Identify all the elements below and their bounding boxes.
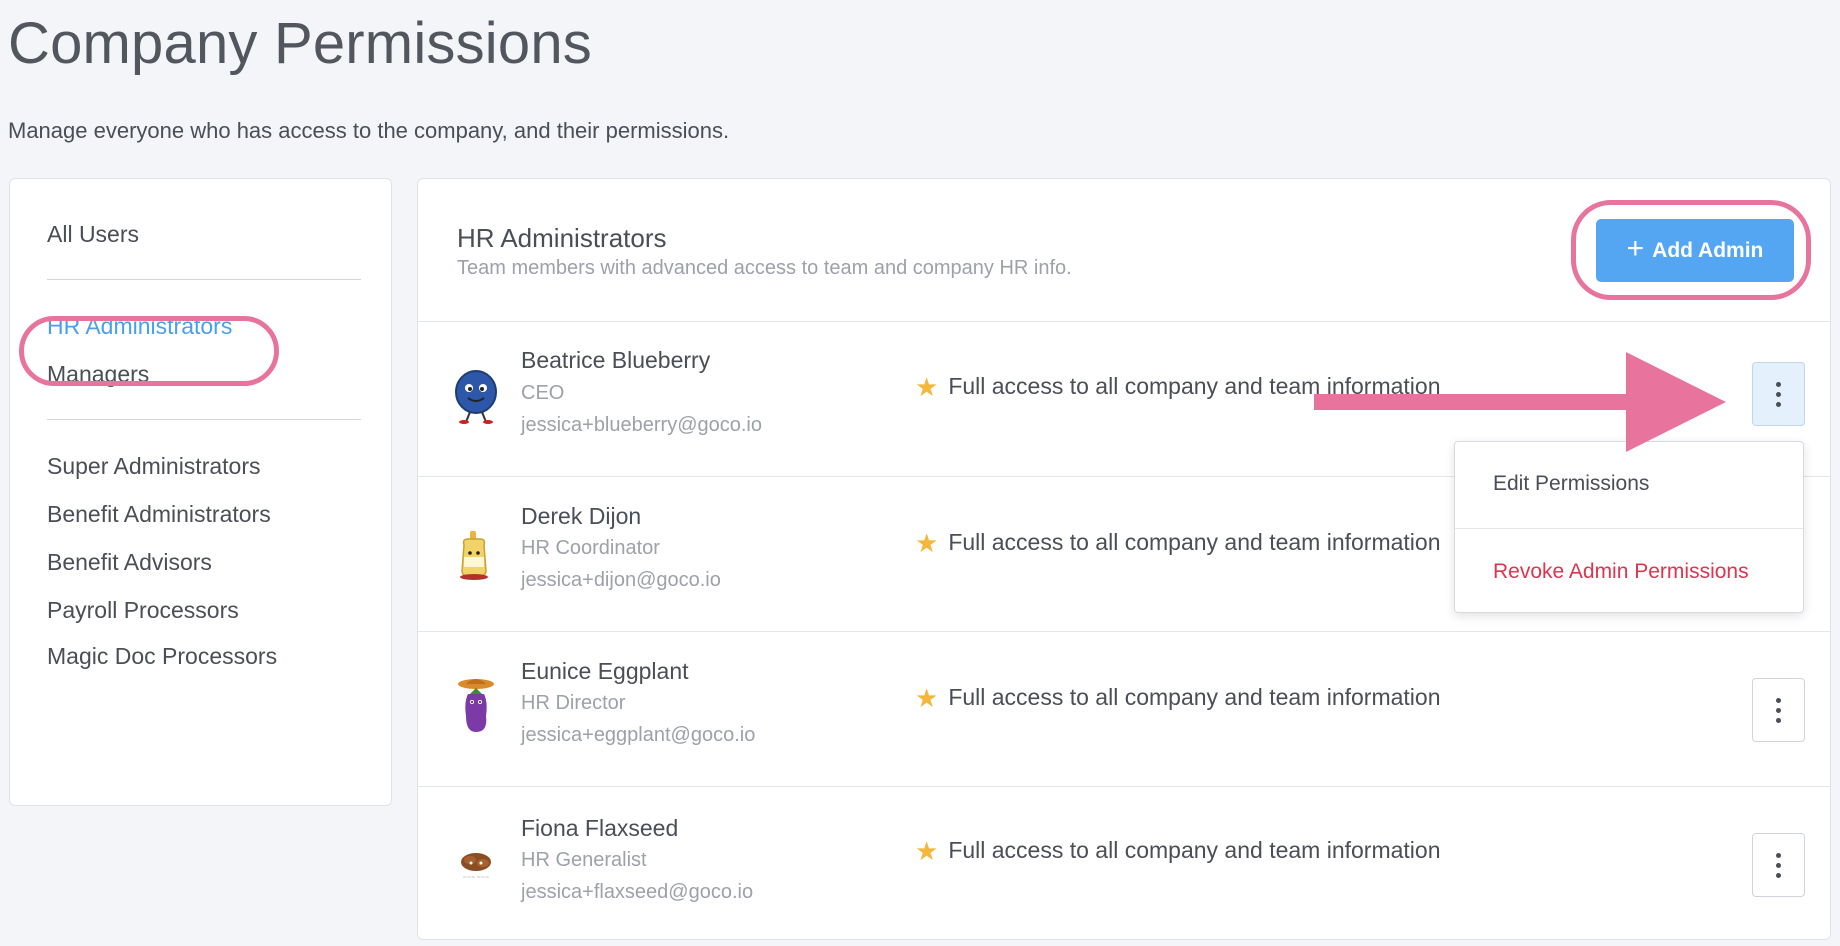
add-admin-label: Add Admin xyxy=(1652,238,1764,262)
kebab-dot xyxy=(1776,391,1781,397)
member-name: Fiona Flaxseed xyxy=(521,815,679,841)
row-actions-dropdown: Edit Permissions Revoke Admin Permission… xyxy=(1454,441,1804,613)
sidebar-item-all-users[interactable]: All Users xyxy=(47,221,139,248)
sidebar-item-benefit-administrators[interactable]: Benefit Administrators xyxy=(47,501,271,528)
member-role: HR Director xyxy=(521,692,626,714)
member-email: jessica+blueberry@goco.io xyxy=(521,414,762,436)
member-role: HR Generalist xyxy=(521,849,647,871)
svg-text:~~~ ~~~: ~~~ ~~~ xyxy=(463,875,490,881)
member-role: CEO xyxy=(521,382,565,404)
member-email: jessica+flaxseed@goco.io xyxy=(521,881,754,903)
sidebar-item-hr-administrators[interactable]: HR Administrators xyxy=(47,313,232,340)
edit-permissions-menu-item[interactable]: Edit Permissions xyxy=(1493,472,1649,496)
kebab-dot xyxy=(1776,872,1781,878)
sidebar: All Users HR Administrators Managers Sup… xyxy=(9,178,392,806)
member-role: HR Coordinator xyxy=(521,537,660,559)
sidebar-divider xyxy=(47,279,361,280)
kebab-dot xyxy=(1776,381,1781,387)
kebab-dot xyxy=(1776,717,1781,723)
eggplant-avatar xyxy=(446,676,506,736)
access-text: Full access to all company and team info… xyxy=(948,373,1441,399)
page-subtitle: Manage everyone who has access to the co… xyxy=(8,118,730,143)
kebab-dot xyxy=(1776,401,1781,407)
kebab-dot xyxy=(1776,862,1781,868)
row-actions-menu-button[interactable] xyxy=(1752,833,1805,897)
star-icon: ★ xyxy=(915,835,939,866)
revoke-admin-permissions-menu-item[interactable]: Revoke Admin Permissions xyxy=(1493,560,1749,584)
access-level: ★ Full access to all company and team in… xyxy=(915,837,1441,864)
star-icon: ★ xyxy=(915,371,939,402)
dijon-avatar xyxy=(446,525,506,585)
star-icon: ★ xyxy=(915,682,939,713)
member-name: Beatrice Blueberry xyxy=(521,347,711,373)
sidebar-item-managers[interactable]: Managers xyxy=(47,361,149,388)
table-row: ~~~ ~~~ Fiona Flaxseed HR Generalist jes… xyxy=(418,787,1830,942)
access-level: ★ Full access to all company and team in… xyxy=(915,529,1441,556)
page-title: Company Permissions xyxy=(8,11,592,76)
flaxseed-avatar: ~~~ ~~~ xyxy=(446,835,506,895)
access-text: Full access to all company and team info… xyxy=(948,837,1441,863)
access-level: ★ Full access to all company and team in… xyxy=(915,684,1441,711)
sidebar-divider xyxy=(47,419,361,420)
blueberry-avatar xyxy=(446,366,506,426)
star-icon: ★ xyxy=(915,527,939,558)
add-admin-button[interactable]: + Add Admin xyxy=(1596,219,1794,282)
member-name: Eunice Eggplant xyxy=(521,658,689,684)
member-email: jessica+eggplant@goco.io xyxy=(521,724,756,746)
row-actions-menu-button[interactable] xyxy=(1752,678,1805,742)
plus-icon: + xyxy=(1626,232,1645,265)
sidebar-item-super-administrators[interactable]: Super Administrators xyxy=(47,453,260,480)
panel-description: Team members with advanced access to tea… xyxy=(457,257,1072,279)
sidebar-item-payroll-processors[interactable]: Payroll Processors xyxy=(47,597,239,624)
kebab-dot xyxy=(1776,697,1781,703)
access-text: Full access to all company and team info… xyxy=(948,684,1441,710)
sidebar-item-benefit-advisors[interactable]: Benefit Advisors xyxy=(47,549,212,576)
panel-title: HR Administrators xyxy=(457,223,667,253)
access-text: Full access to all company and team info… xyxy=(948,529,1441,555)
member-email: jessica+dijon@goco.io xyxy=(521,569,721,591)
sidebar-item-magic-doc-processors[interactable]: Magic Doc Processors xyxy=(47,643,277,670)
member-name: Derek Dijon xyxy=(521,503,642,529)
kebab-dot xyxy=(1776,852,1781,858)
row-actions-menu-button[interactable] xyxy=(1752,362,1805,426)
access-level: ★ Full access to all company and team in… xyxy=(915,373,1441,400)
table-row: Eunice Eggplant HR Director jessica+eggp… xyxy=(418,632,1830,787)
dropdown-divider xyxy=(1455,528,1803,529)
hr-administrators-panel: HR Administrators Team members with adva… xyxy=(417,178,1831,940)
kebab-dot xyxy=(1776,707,1781,713)
